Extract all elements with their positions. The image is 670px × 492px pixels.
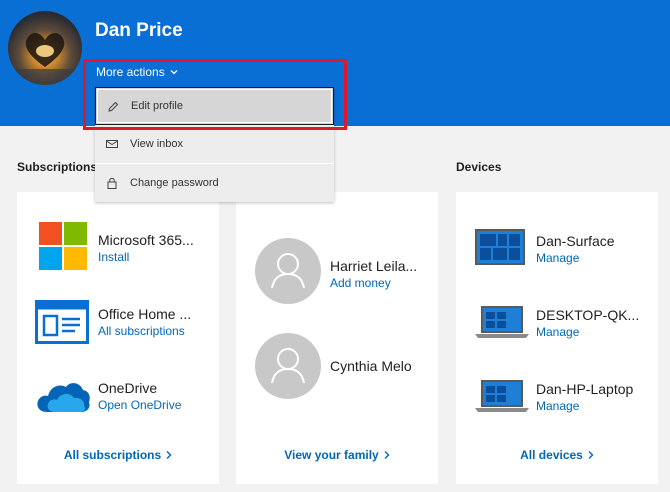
device-name: Dan-HP-Laptop [536, 381, 634, 397]
lock-icon [107, 178, 117, 189]
subscription-item: Office Home ... All subscriptions [17, 295, 219, 349]
microsoft-logo-icon [39, 222, 87, 270]
chevron-right-icon [384, 451, 390, 459]
subscription-item: Microsoft 365... Install [17, 220, 219, 274]
device-item: Dan-Surface Manage [456, 226, 658, 280]
manage-link[interactable]: Manage [536, 399, 579, 413]
family-member[interactable]: Cynthia Melo [236, 333, 438, 399]
manage-link[interactable]: Manage [536, 325, 579, 339]
member-name: Cynthia Melo [330, 358, 412, 374]
manage-link[interactable]: Manage [536, 251, 579, 265]
footer-label: All devices [520, 448, 583, 462]
person-icon [271, 253, 305, 289]
device-item: Dan-HP-Laptop Manage [456, 376, 658, 430]
all-subscriptions-link[interactable]: All subscriptions [98, 324, 185, 338]
all-devices-link[interactable]: All devices [456, 448, 658, 462]
device-name: Dan-Surface [536, 233, 615, 249]
person-avatar [255, 238, 321, 304]
footer-label: All subscriptions [63, 448, 162, 462]
office-home-icon [35, 300, 89, 344]
all-subscriptions-footer-link[interactable]: All subscriptions [17, 448, 219, 462]
subscription-name: Microsoft 365... [98, 232, 194, 248]
devices-title: Devices [456, 160, 502, 174]
user-name: Dan Price [95, 20, 183, 41]
menu-item-label: View inbox [130, 138, 183, 150]
family-member[interactable]: Harriet Leila... Add money [236, 238, 438, 304]
onedrive-cloud-icon [37, 383, 90, 412]
laptop-icon [475, 380, 529, 412]
tablet-icon [475, 229, 525, 265]
view-your-family-link[interactable]: View your family [236, 448, 438, 462]
person-avatar [255, 333, 321, 399]
subscription-item: OneDrive Open OneDrive [17, 370, 219, 424]
footer-label: View your family [284, 448, 379, 462]
profile-avatar[interactable] [8, 11, 82, 85]
subscription-name: Office Home ... [98, 306, 192, 322]
menu-item-view-inbox[interactable]: View inbox [95, 125, 334, 163]
menu-item-change-password[interactable]: Change password [95, 164, 334, 202]
add-money-link[interactable]: Add money [330, 276, 391, 290]
devices-card: Dan-Surface Manage DESKTOP-QK... Manage … [456, 192, 658, 484]
laptop-icon [475, 306, 529, 338]
device-item: DESKTOP-QK... Manage [456, 301, 658, 355]
subscriptions-card: Microsoft 365... Install Office Home ...… [17, 192, 219, 484]
highlight-box [83, 59, 347, 130]
family-card: Harriet Leila... Add money Cynthia Melo … [236, 192, 438, 484]
subscriptions-title: Subscriptions [17, 160, 98, 174]
menu-item-label: Change password [130, 177, 219, 189]
device-name: DESKTOP-QK... [536, 307, 640, 323]
person-icon [271, 348, 305, 384]
envelope-icon [106, 140, 118, 148]
subscription-name: OneDrive [98, 380, 158, 396]
member-name: Harriet Leila... [330, 258, 418, 274]
chevron-right-icon [588, 451, 594, 459]
open-onedrive-link[interactable]: Open OneDrive [98, 398, 181, 412]
install-link[interactable]: Install [98, 250, 129, 264]
chevron-right-icon [166, 451, 172, 459]
